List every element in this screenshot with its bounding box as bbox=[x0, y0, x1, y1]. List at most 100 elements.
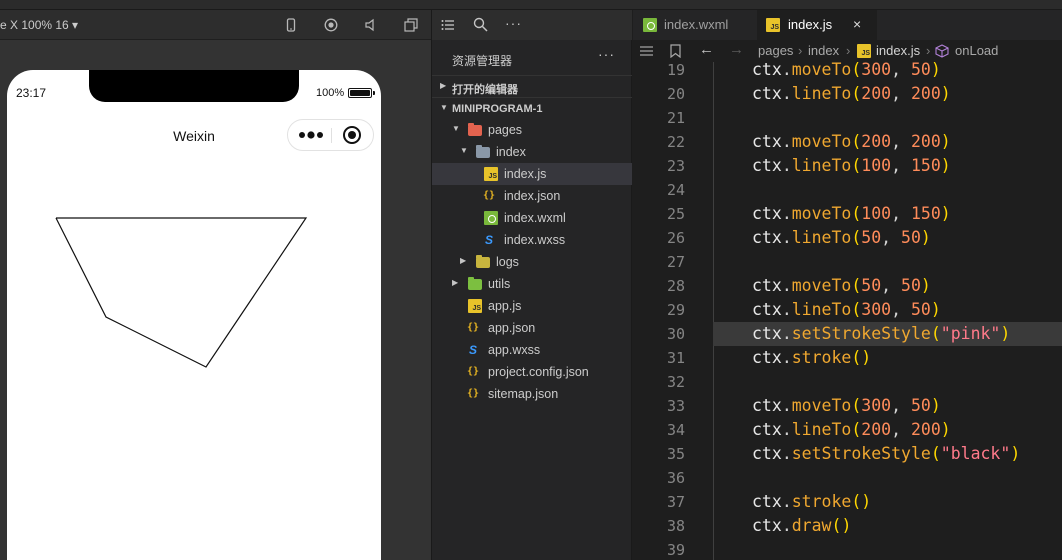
code-line[interactable]: 21 bbox=[633, 106, 1062, 130]
line-number: 23 bbox=[666, 157, 685, 175]
section-project[interactable]: ▼ MINIPROGRAM-1 bbox=[432, 97, 632, 119]
code-text: ctx.lineTo(100, 150) bbox=[752, 156, 951, 175]
line-number: 28 bbox=[666, 277, 685, 295]
back-arrow-icon[interactable]: ← bbox=[699, 41, 714, 58]
code-line[interactable]: 24 bbox=[633, 178, 1062, 202]
tree-item-sitemap[interactable]: {} sitemap.json bbox=[432, 383, 632, 405]
line-number: 33 bbox=[666, 397, 685, 415]
tree-item-pages[interactable]: ▼ pages bbox=[432, 119, 632, 141]
wxml-file-icon bbox=[484, 211, 498, 225]
search-icon[interactable] bbox=[473, 17, 488, 32]
wxss-file-icon: S bbox=[468, 343, 477, 357]
tree-item-utils[interactable]: ▶ utils bbox=[432, 273, 632, 295]
breadcrumb-item[interactable]: onLoad bbox=[955, 43, 998, 58]
tree-item-label: index.wxss bbox=[504, 233, 566, 247]
code-line[interactable]: 31 ctx.stroke() bbox=[633, 346, 1062, 370]
tab-label: index.wxml bbox=[664, 17, 729, 32]
list-toggle-icon[interactable] bbox=[639, 45, 654, 57]
breadcrumb-item[interactable]: index.js bbox=[876, 43, 920, 58]
tree-item-label: index bbox=[496, 145, 526, 159]
window-icon[interactable] bbox=[404, 18, 418, 32]
code-line[interactable]: 34 ctx.lineTo(200, 200) bbox=[633, 418, 1062, 442]
line-number: 19 bbox=[666, 62, 685, 79]
tab-index-js[interactable]: JS index.js × bbox=[757, 10, 877, 40]
code-line[interactable]: 22 ctx.moveTo(200, 200) bbox=[633, 130, 1062, 154]
tab-index-wxml[interactable]: index.wxml bbox=[633, 10, 751, 40]
tree-item-index-json[interactable]: {} index.json bbox=[432, 185, 632, 207]
line-number: 30 bbox=[666, 325, 685, 343]
code-line[interactable]: 37 ctx.stroke() bbox=[633, 490, 1062, 514]
code-text: ctx.lineTo(300, 50) bbox=[752, 300, 941, 319]
code-line[interactable]: 19 ctx.moveTo(300, 50) bbox=[633, 62, 1062, 82]
explorer-topbar: ··· bbox=[432, 10, 632, 40]
code-line[interactable]: 27 bbox=[633, 250, 1062, 274]
tree-item-label: app.js bbox=[488, 299, 522, 313]
bookmark-icon[interactable] bbox=[670, 44, 681, 58]
json-file-icon: {} bbox=[482, 190, 496, 201]
list-icon[interactable] bbox=[441, 18, 455, 32]
js-file-icon: JS bbox=[468, 299, 482, 313]
line-number: 31 bbox=[666, 349, 685, 367]
code-text: ctx.lineTo(200, 200) bbox=[752, 420, 951, 439]
code-line[interactable]: 35 ctx.setStrokeStyle("black") bbox=[633, 442, 1062, 466]
line-number: 20 bbox=[666, 85, 685, 103]
tree-item-index-wxml[interactable]: index.wxml bbox=[432, 207, 632, 229]
code-text: ctx.setStrokeStyle("black") bbox=[752, 444, 1021, 463]
code-text: ctx.lineTo(50, 50) bbox=[752, 228, 931, 247]
code-line[interactable]: 20 ctx.lineTo(200, 200) bbox=[633, 82, 1062, 106]
explorer-more-button[interactable]: ··· bbox=[598, 46, 615, 62]
tree-item-logs[interactable]: ▶ logs bbox=[432, 251, 632, 273]
volume-icon[interactable] bbox=[364, 18, 378, 32]
code-line[interactable]: 23 ctx.lineTo(100, 150) bbox=[633, 154, 1062, 178]
code-area[interactable]: 19 ctx.moveTo(300, 50) 20 ctx.lineTo(200, 2… bbox=[633, 62, 1062, 560]
tree-item-label: index.js bbox=[504, 167, 547, 181]
js-file-icon: JS bbox=[484, 167, 498, 181]
tree-item-label: project.config.json bbox=[488, 365, 589, 379]
code-line[interactable]: 36 bbox=[633, 466, 1062, 490]
code-line[interactable]: 25 ctx.moveTo(100, 150) bbox=[633, 202, 1062, 226]
more-actions-icon[interactable]: ··· bbox=[505, 15, 522, 31]
code-text: ctx.draw() bbox=[752, 516, 852, 535]
line-number: 36 bbox=[666, 469, 685, 487]
breadcrumb: ← → pages › index › JS index.js › onLoad bbox=[633, 40, 1062, 62]
phone-icon[interactable] bbox=[284, 18, 298, 32]
close-tab-icon[interactable]: × bbox=[853, 16, 861, 32]
wxss-file-icon: S bbox=[484, 233, 493, 247]
code-text: ctx.moveTo(50, 50) bbox=[752, 276, 931, 295]
section-open-editors[interactable]: ▶ 打开的编辑器 bbox=[432, 75, 632, 97]
battery-icon bbox=[348, 88, 372, 98]
tree-item-app-js[interactable]: JS app.js bbox=[432, 295, 632, 317]
code-text: ctx.moveTo(300, 50) bbox=[752, 62, 941, 79]
code-line[interactable]: 33 ctx.moveTo(300, 50) bbox=[633, 394, 1062, 418]
code-line[interactable]: 39 bbox=[633, 538, 1062, 560]
code-line[interactable]: 38 ctx.draw() bbox=[633, 514, 1062, 538]
breadcrumb-item[interactable]: pages bbox=[758, 43, 793, 58]
tree-item-app-json[interactable]: {} app.json bbox=[432, 317, 632, 339]
tree-item-app-wxss[interactable]: S app.wxss bbox=[432, 339, 632, 361]
chevron-down-icon: ▼ bbox=[460, 146, 468, 155]
tree-item-index-wxss[interactable]: S index.wxss bbox=[432, 229, 632, 251]
breadcrumb-item[interactable]: index bbox=[808, 43, 839, 58]
folder-yellow-icon bbox=[476, 255, 490, 268]
section-label: MINIPROGRAM-1 bbox=[452, 103, 543, 115]
tree-item-label: app.wxss bbox=[488, 343, 541, 357]
code-text: ctx.lineTo(200, 200) bbox=[752, 84, 951, 103]
chevron-right-icon: ▶ bbox=[440, 81, 447, 90]
simulator-pane: e X 100% 16 ▾ 23:17 100% Weixin bbox=[0, 10, 432, 560]
code-line[interactable]: 32 bbox=[633, 370, 1062, 394]
line-number: 29 bbox=[666, 301, 685, 319]
phone-notch bbox=[89, 70, 299, 102]
device-zoom-select[interactable]: e X 100% 16 ▾ bbox=[0, 18, 78, 32]
tree-item-index-folder[interactable]: ▼ index bbox=[432, 141, 632, 163]
record-icon[interactable] bbox=[324, 18, 338, 32]
forward-arrow-icon[interactable]: → bbox=[729, 41, 744, 58]
tree-item-project-config[interactable]: {} project.config.json bbox=[432, 361, 632, 383]
tree-item-index-js[interactable]: JS index.js bbox=[432, 163, 632, 185]
code-line[interactable]: 26 ctx.lineTo(50, 50) bbox=[633, 226, 1062, 250]
code-line[interactable]: 30 ctx.setStrokeStyle("pink") bbox=[633, 322, 1062, 346]
tree-item-label: index.json bbox=[504, 189, 561, 203]
chevron-down-icon: ▼ bbox=[452, 124, 460, 133]
code-line[interactable]: 29 ctx.lineTo(300, 50) bbox=[633, 298, 1062, 322]
canvas-shape-outline bbox=[55, 217, 308, 368]
code-line[interactable]: 28 ctx.moveTo(50, 50) bbox=[633, 274, 1062, 298]
